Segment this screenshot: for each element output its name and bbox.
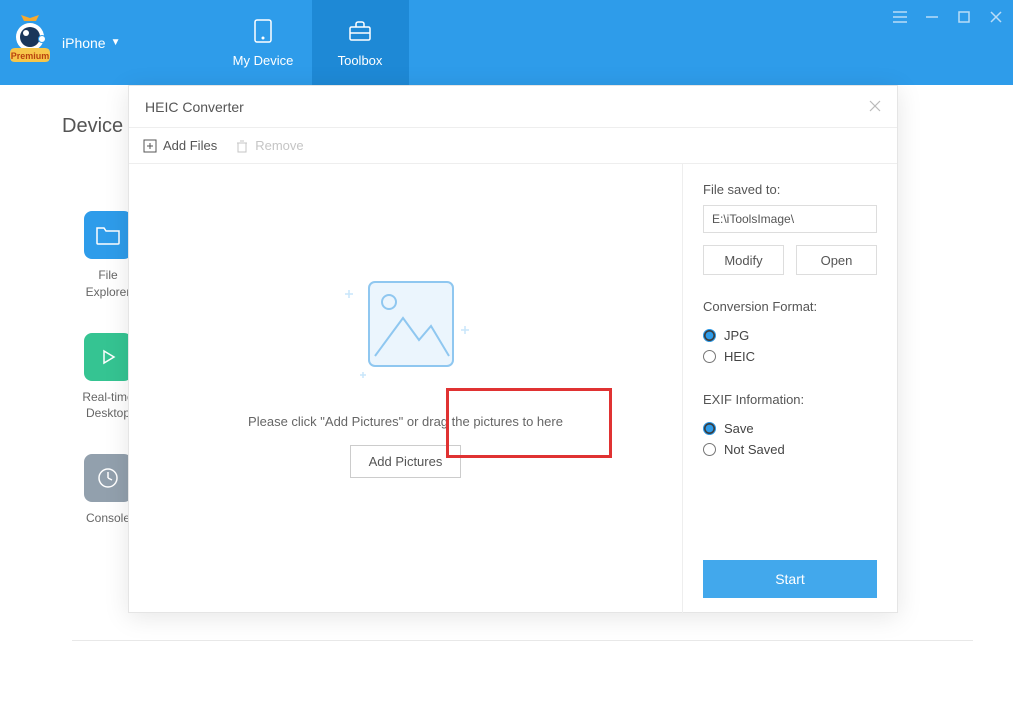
close-icon[interactable] — [987, 8, 1005, 26]
toolbox-icon — [346, 17, 374, 45]
exif-option-save[interactable]: Save — [703, 421, 877, 436]
modal-titlebar: HEIC Converter — [129, 86, 897, 128]
section-title: Device — [62, 115, 123, 138]
radio-input[interactable] — [703, 350, 716, 363]
modify-button[interactable]: Modify — [703, 245, 784, 275]
tab-toolbox[interactable]: Toolbox — [312, 0, 409, 85]
tab-label: My Device — [233, 53, 294, 68]
tool-label: File — [98, 267, 117, 284]
chevron-down-icon: ▼ — [111, 37, 121, 48]
divider — [72, 640, 973, 641]
format-radio-group: JPG HEIC — [703, 322, 877, 370]
tool-label: Desktop — [86, 405, 130, 422]
remove-label: Remove — [255, 138, 303, 153]
tab-label: Toolbox — [338, 53, 383, 68]
menu-icon[interactable] — [891, 8, 909, 26]
tab-my-device[interactable]: My Device — [215, 0, 312, 85]
trash-icon — [235, 139, 249, 153]
exif-option-notsaved[interactable]: Not Saved — [703, 442, 877, 457]
maximize-icon[interactable] — [955, 8, 973, 26]
radio-label: JPG — [724, 328, 749, 343]
modal-close-button[interactable] — [865, 96, 885, 116]
start-button[interactable]: Start — [703, 560, 877, 598]
window-controls — [891, 8, 1005, 26]
app-header: Premium iPhone ▼ My Device Toolbox — [0, 0, 1013, 85]
nav-tabs: My Device Toolbox — [215, 0, 409, 85]
format-option-heic[interactable]: HEIC — [703, 349, 877, 364]
modal-body: Please click "Add Pictures" or drag the … — [129, 164, 897, 614]
radio-input[interactable] — [703, 329, 716, 342]
drop-zone[interactable]: Please click "Add Pictures" or drag the … — [129, 164, 682, 614]
plus-icon — [143, 139, 157, 153]
open-button[interactable]: Open — [796, 245, 877, 275]
radio-label: Save — [724, 421, 754, 436]
minimize-icon[interactable] — [923, 8, 941, 26]
radio-input[interactable] — [703, 443, 716, 456]
exif-label: EXIF Information: — [703, 392, 877, 407]
tool-label: Real-time — [82, 389, 133, 406]
tool-label: Explorer — [86, 284, 131, 301]
modal-title-text: HEIC Converter — [145, 99, 244, 115]
settings-panel: File saved to: Modify Open Conversion Fo… — [682, 164, 897, 614]
add-files-label: Add Files — [163, 138, 217, 153]
drop-hint-text: Please click "Add Pictures" or drag the … — [248, 414, 563, 429]
device-icon — [249, 17, 277, 45]
device-picker[interactable]: iPhone ▼ — [62, 35, 121, 51]
logo-area: Premium iPhone ▼ — [0, 0, 131, 85]
folder-icon — [84, 211, 132, 259]
add-files-button[interactable]: Add Files — [143, 138, 217, 153]
console-icon — [84, 454, 132, 502]
save-path-input[interactable] — [703, 205, 877, 233]
app-logo-icon: Premium — [6, 15, 58, 71]
add-pictures-button[interactable]: Add Pictures — [350, 445, 462, 478]
exif-radio-group: Save Not Saved — [703, 415, 877, 463]
play-icon — [84, 333, 132, 381]
format-option-jpg[interactable]: JPG — [703, 328, 877, 343]
tool-label: Console — [86, 510, 130, 527]
device-name: iPhone — [62, 35, 106, 51]
remove-button[interactable]: Remove — [235, 138, 303, 153]
heic-converter-modal: HEIC Converter Add Files Remove — [128, 85, 898, 613]
radio-input[interactable] — [703, 422, 716, 435]
svg-text:Premium: Premium — [11, 51, 50, 61]
radio-label: Not Saved — [724, 442, 785, 457]
saved-to-label: File saved to: — [703, 182, 877, 197]
main-body: Device File Explorer Real-time Desktop C… — [0, 85, 1013, 707]
radio-label: HEIC — [724, 349, 755, 364]
format-label: Conversion Format: — [703, 299, 877, 314]
image-placeholder-icon — [331, 260, 481, 390]
modal-toolbar: Add Files Remove — [129, 128, 897, 164]
